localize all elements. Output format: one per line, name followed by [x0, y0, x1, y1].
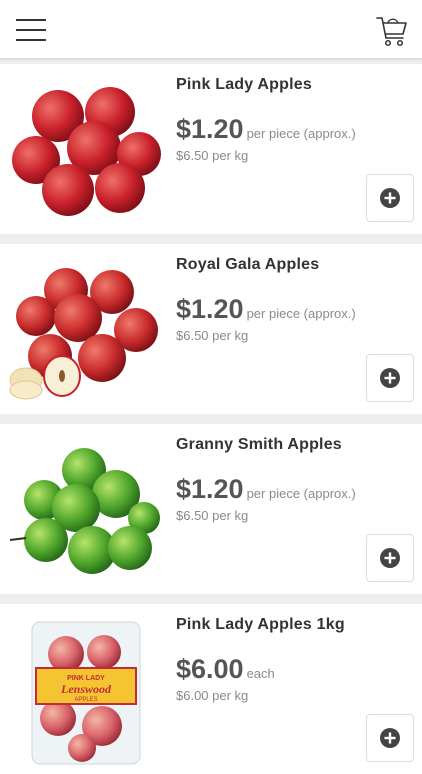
package-label-sub: APPLES: [74, 697, 97, 703]
product-image-pink-lady: [6, 78, 166, 228]
add-to-cart-button[interactable]: [366, 534, 414, 582]
product-title[interactable]: Pink Lady Apples: [176, 76, 312, 94]
product-card[interactable]: Royal Gala Apples $1.20 per piece (approx…: [0, 244, 422, 414]
product-title[interactable]: Royal Gala Apples: [176, 256, 319, 274]
add-to-cart-button[interactable]: [366, 354, 414, 402]
product-image-royal-gala: [6, 258, 166, 408]
add-to-cart-button[interactable]: [366, 714, 414, 762]
price-per-kg: $6.50 per kg: [176, 328, 249, 343]
plus-circle-icon: [380, 728, 400, 748]
price-per-kg: $6.50 per kg: [176, 148, 249, 163]
top-bar: [0, 0, 422, 59]
plus-circle-icon: [380, 548, 400, 568]
price-line: $1.20 per piece (approx.): [176, 114, 356, 145]
product-price: $1.20: [176, 474, 244, 504]
product-price: $1.20: [176, 114, 244, 144]
hamburger-menu-icon[interactable]: [16, 19, 48, 43]
price-unit: per piece (approx.): [246, 486, 356, 501]
package-label-name: Lenswood: [60, 682, 112, 696]
product-list: Pink Lady Apples $1.20 per piece (approx.…: [0, 58, 422, 774]
price-per-kg: $6.00 per kg: [176, 688, 249, 703]
shopping-cart-icon[interactable]: [376, 14, 408, 48]
product-title[interactable]: Granny Smith Apples: [176, 436, 342, 454]
plus-circle-icon: [380, 188, 400, 208]
add-to-cart-button[interactable]: [366, 174, 414, 222]
price-unit: per piece (approx.): [246, 306, 356, 321]
product-image-pink-lady-1kg-bag: PINK LADY Lenswood APPLES: [6, 618, 166, 768]
product-card[interactable]: Granny Smith Apples $1.20 per piece (appr…: [0, 424, 422, 594]
product-image-granny-smith: [6, 438, 166, 588]
price-unit: per piece (approx.): [246, 126, 356, 141]
price-per-kg: $6.50 per kg: [176, 508, 249, 523]
product-card[interactable]: Pink Lady Apples $1.20 per piece (approx.…: [0, 64, 422, 234]
price-line: $1.20 per piece (approx.): [176, 474, 356, 505]
product-price: $1.20: [176, 294, 244, 324]
product-title[interactable]: Pink Lady Apples 1kg: [176, 616, 345, 634]
plus-circle-icon: [380, 368, 400, 388]
price-unit: each: [246, 666, 275, 681]
package-label-brand: PINK LADY: [67, 675, 105, 682]
price-line: $6.00 each: [176, 654, 275, 685]
product-card[interactable]: PINK LADY Lenswood APPLES Pink Lady Appl…: [0, 604, 422, 774]
product-price: $6.00: [176, 654, 244, 684]
price-line: $1.20 per piece (approx.): [176, 294, 356, 325]
